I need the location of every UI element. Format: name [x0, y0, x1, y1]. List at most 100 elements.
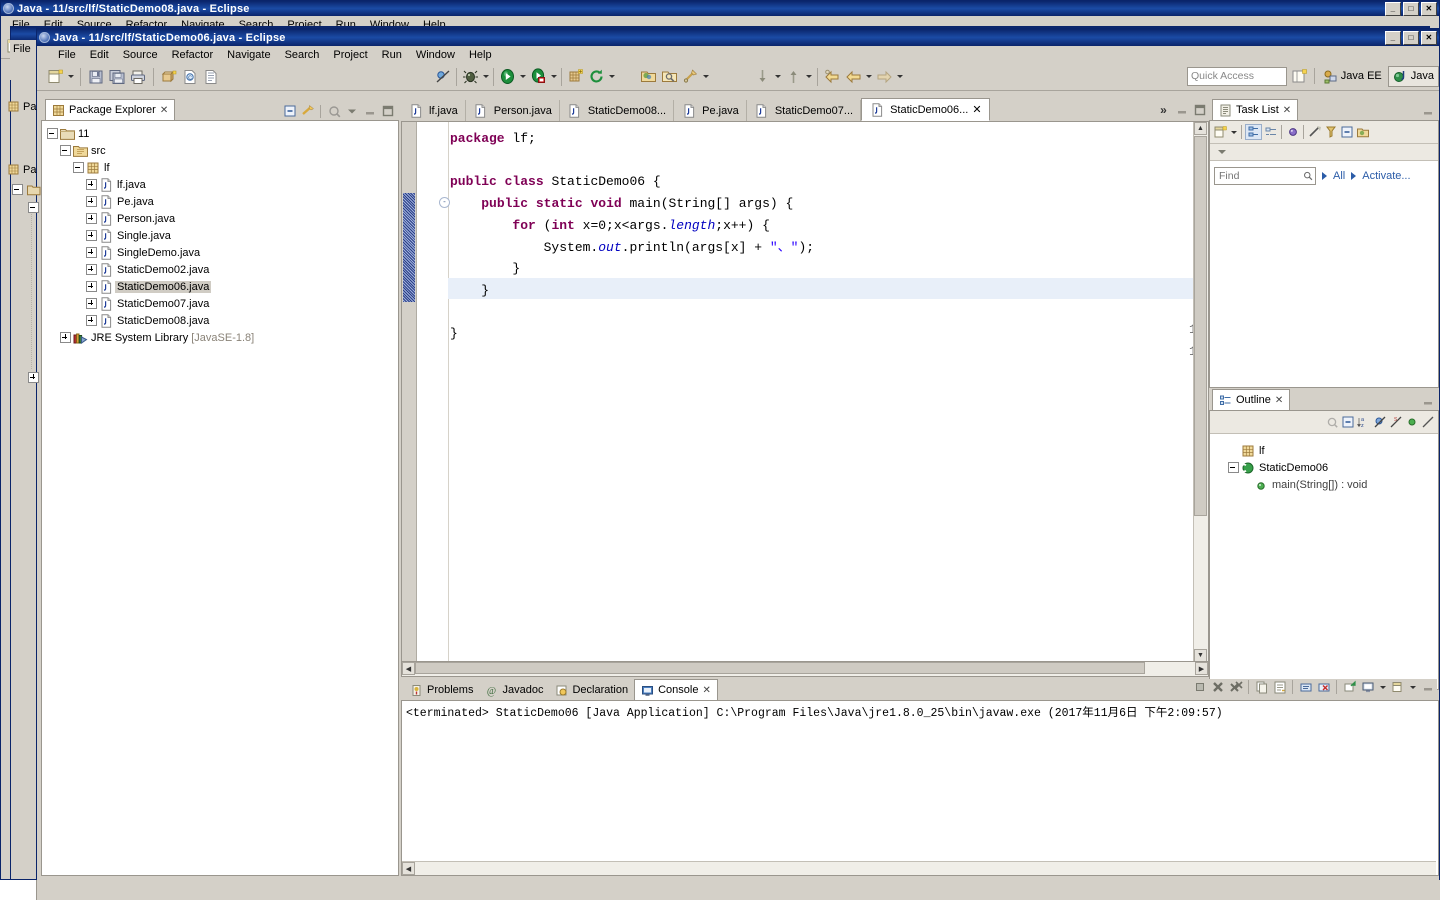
- outline-row[interactable]: StaticDemo06: [1214, 459, 1438, 476]
- outline-tree-rows[interactable]: lf StaticDemo06 main(String[]) : void: [1210, 434, 1438, 493]
- main-window-staticdemo06[interactable]: Java - 11/src/lf/StaticDemo06.java - Ecl…: [36, 28, 1440, 888]
- task-find-box[interactable]: [1214, 167, 1316, 185]
- close-icon[interactable]: ✕: [160, 105, 168, 116]
- quick-access-input[interactable]: Quick Access: [1187, 67, 1287, 86]
- console-tab-actions[interactable]: [1192, 677, 1435, 697]
- outline-body[interactable]: az S lf StaticDemo06 main(String[]): vo…: [1209, 410, 1439, 690]
- mid-window-tree-expander-3[interactable]: [28, 372, 39, 383]
- categorized-view-icon[interactable]: [1245, 124, 1262, 140]
- new-dropdown-arrow[interactable]: [66, 67, 75, 87]
- open-console-dropdown-arrow[interactable]: [1408, 677, 1417, 697]
- mid-window-tree-expander-2[interactable]: [28, 202, 39, 213]
- tree-expander-none[interactable]: [1227, 444, 1240, 457]
- refresh-icon[interactable]: [586, 67, 606, 87]
- collapse-all-icon[interactable]: [1339, 125, 1354, 139]
- close-button[interactable]: ✕: [1421, 1, 1437, 16]
- close-button[interactable]: ✕: [1421, 30, 1437, 45]
- outline-view-menu-icon[interactable]: [1420, 415, 1435, 429]
- package-tree-row[interactable]: src: [46, 142, 398, 159]
- minimize-icon[interactable]: [1174, 103, 1189, 117]
- tree-expander-plus[interactable]: [85, 280, 98, 293]
- run-history-icon[interactable]: [528, 67, 548, 87]
- code-line[interactable]: public class StaticDemo06 {: [450, 171, 661, 193]
- menu-file[interactable]: File: [51, 48, 83, 62]
- editor-vertical-scrollbar[interactable]: ▲ ▼: [1193, 122, 1208, 662]
- background-window-titlebar[interactable]: Java - 11/src/lf/StaticDemo08.java - Ecl…: [1, 1, 1439, 16]
- console-tabbar[interactable]: Problems @ Javadoc Declaration Console ✕: [401, 679, 1437, 700]
- task-list-tabbar[interactable]: Task List ✕: [1209, 99, 1437, 120]
- editor-horizontal-scrollbar[interactable]: ◀ ▶: [401, 661, 1209, 677]
- menu-edit[interactable]: Edit: [83, 48, 116, 62]
- code-line[interactable]: }: [450, 280, 489, 302]
- maximize-icon[interactable]: [380, 104, 395, 118]
- package-tree-row[interactable]: Pe.java: [46, 193, 398, 210]
- package-explorer-tree[interactable]: 11 src lf lf.java Pe.java Person.java Single.j…: [41, 120, 399, 876]
- mid-window-explorer-tab[interactable]: Pa: [8, 164, 36, 176]
- next-annotation-icon[interactable]: [752, 67, 772, 87]
- refresh-dropdown-arrow[interactable]: [607, 67, 616, 87]
- editor-stack[interactable]: lf.java Person.java StaticDemo08... Pe.java…: [401, 98, 1209, 677]
- debug-dropdown-arrow[interactable]: [481, 67, 490, 87]
- link-icon[interactable]: [680, 67, 700, 87]
- tree-expander-plus[interactable]: [85, 178, 98, 191]
- outline-view[interactable]: Outline ✕ az S lf StaticDemo06 main(Stri…: [1209, 389, 1439, 690]
- focus-icon[interactable]: [326, 104, 341, 118]
- word-wrap-icon[interactable]: [1272, 680, 1287, 694]
- link-dropdown-arrow[interactable]: [701, 67, 710, 87]
- minimize-button[interactable]: _: [1385, 1, 1401, 16]
- package-tree-row[interactable]: StaticDemo07.java: [46, 295, 398, 312]
- perspective-bar[interactable]: Java EE Java: [1290, 65, 1439, 87]
- code-line[interactable]: for (int x=0;x<args.length;x++) {: [450, 215, 769, 237]
- back-icon[interactable]: [843, 67, 863, 87]
- pin-console-icon[interactable]: [1342, 680, 1357, 694]
- task-view-menu-icon[interactable]: [1214, 145, 1229, 159]
- hide-fields-icon[interactable]: [1372, 415, 1387, 429]
- print-icon[interactable]: [128, 67, 148, 87]
- task-list-body[interactable]: All Activate...: [1209, 120, 1439, 388]
- tree-expander-minus[interactable]: [59, 144, 72, 157]
- editor-tab[interactable]: StaticDemo06... ✕: [861, 98, 990, 121]
- back-window-explorer-tab[interactable]: Pa: [8, 101, 36, 113]
- code-line[interactable]: System.out.println(args[x] + "、");: [450, 237, 814, 259]
- main-window-titlebar[interactable]: Java - 11/src/lf/StaticDemo06.java - Ecl…: [37, 29, 1439, 46]
- tree-expander-plus[interactable]: [85, 297, 98, 310]
- editor-tab[interactable]: StaticDemo08...: [559, 100, 675, 121]
- forward-icon[interactable]: [874, 67, 894, 87]
- outline-toolbar[interactable]: az S: [1210, 411, 1438, 434]
- minimize-icon[interactable]: [1420, 394, 1435, 408]
- tree-expander-none[interactable]: [1240, 478, 1253, 491]
- synchronize-icon[interactable]: [1307, 125, 1322, 139]
- menu-navigate[interactable]: Navigate: [220, 48, 277, 62]
- editor-tab[interactable]: Pe.java: [674, 100, 747, 121]
- scroll-right-button[interactable]: ▶: [1195, 662, 1208, 675]
- outline-row[interactable]: main(String[]) : void: [1214, 476, 1438, 493]
- console-body[interactable]: <terminated> StaticDemo06 [Java Applicat…: [401, 700, 1439, 876]
- outline-row[interactable]: lf: [1214, 442, 1438, 459]
- new-task-dropdown-arrow[interactable]: [1229, 122, 1238, 142]
- console-stack[interactable]: Problems @ Javadoc Declaration Console✕: [401, 679, 1439, 876]
- tree-expander-minus[interactable]: [72, 161, 85, 174]
- tree-expander-plus[interactable]: [85, 246, 98, 259]
- minimize-button[interactable]: _: [1385, 30, 1401, 45]
- tree-expander-minus[interactable]: [1227, 461, 1240, 474]
- terminate-icon[interactable]: [1192, 680, 1207, 694]
- package-tree-row[interactable]: StaticDemo02.java: [46, 261, 398, 278]
- task-filter-all[interactable]: All: [1333, 170, 1345, 182]
- maximize-icon[interactable]: [1192, 103, 1207, 117]
- clear-console-icon[interactable]: [1316, 680, 1331, 694]
- remove-launch-icon[interactable]: [1210, 680, 1225, 694]
- code-editor[interactable]: 1234567891011 package lf;public class St…: [401, 121, 1209, 663]
- close-icon[interactable]: ✕: [1275, 395, 1283, 406]
- scroll-up-button[interactable]: ▲: [1194, 122, 1207, 135]
- editor-tab[interactable]: StaticDemo07...: [746, 100, 862, 121]
- link-with-editor-icon[interactable]: [300, 104, 315, 118]
- previous-annotation-icon[interactable]: [783, 67, 803, 87]
- tree-expander-minus[interactable]: [46, 127, 59, 140]
- last-edit-location-icon[interactable]: [822, 67, 842, 87]
- new-java-package-icon[interactable]: [159, 67, 179, 87]
- skip-breakpoints-icon[interactable]: [433, 67, 453, 87]
- previous-annotation-dropdown-arrow[interactable]: [804, 67, 813, 87]
- display-console-icon[interactable]: [1360, 680, 1375, 694]
- new-wizard-icon[interactable]: [45, 67, 65, 87]
- editor-tab[interactable]: lf.java: [401, 100, 466, 121]
